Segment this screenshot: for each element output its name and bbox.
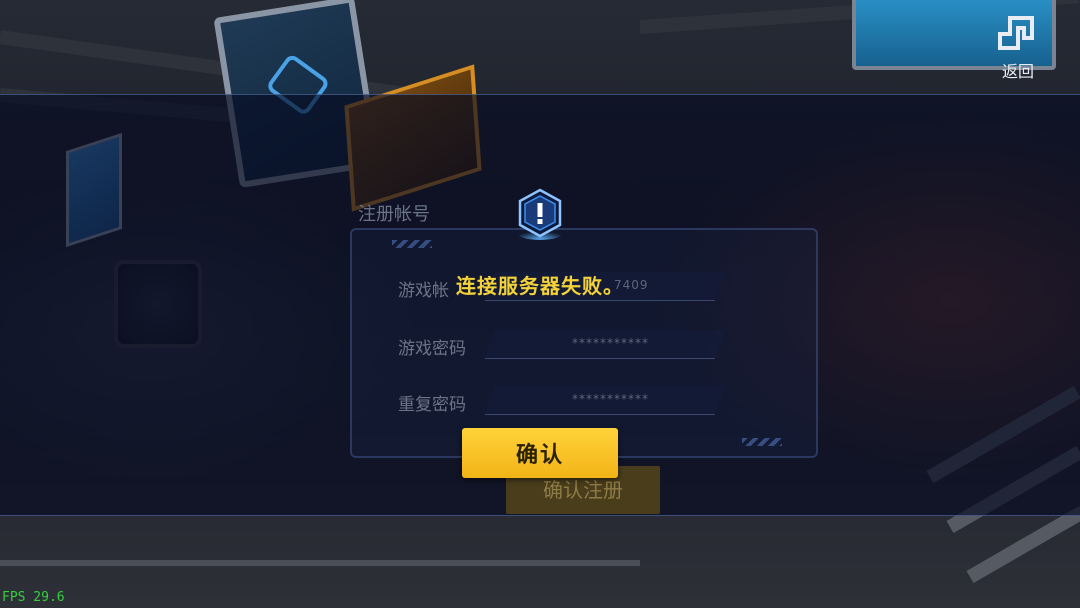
repeat-password-value: *********** — [572, 392, 649, 406]
back-button[interactable]: 返回 — [990, 8, 1046, 84]
password-label: 游戏密码 — [398, 339, 466, 359]
password-row: 游戏密码 *********** — [352, 330, 816, 360]
register-title: 注册帐号 — [358, 204, 430, 225]
back-arrow-icon — [998, 16, 1034, 50]
confirm-button[interactable]: 确认 — [462, 428, 618, 478]
repeat-password-label: 重复密码 — [398, 395, 466, 415]
fps-counter: FPS 29.6 — [2, 590, 65, 605]
password-value: *********** — [572, 336, 649, 350]
warning-exclamation-icon — [518, 188, 562, 240]
decor-stripes — [742, 438, 782, 446]
register-form-panel: 游戏帐 7409 游戏密码 *********** 重复密码 *********… — [350, 228, 818, 458]
back-label: 返回 — [1001, 62, 1034, 81]
alert-message: 连接服务器失败。 — [456, 274, 624, 298]
decor-stripes — [392, 240, 432, 248]
railing — [0, 560, 640, 566]
stair-step — [966, 505, 1080, 584]
repeat-password-row: 重复密码 *********** — [352, 386, 816, 416]
